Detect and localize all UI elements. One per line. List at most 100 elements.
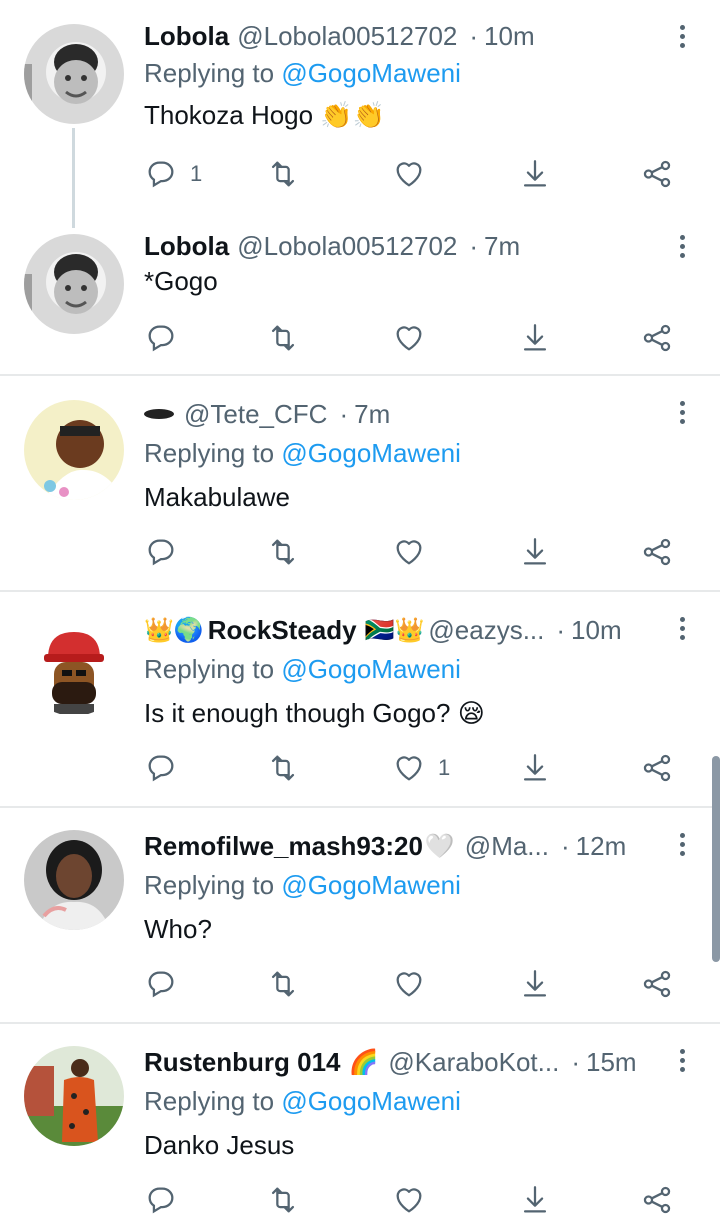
retweet-button[interactable]	[266, 1180, 300, 1220]
timestamp[interactable]: 10m	[484, 21, 535, 52]
reply-icon	[148, 755, 174, 782]
more-options-icon[interactable]	[670, 608, 694, 648]
timestamp[interactable]: 10m	[571, 615, 622, 646]
retweet-button[interactable]	[266, 532, 300, 572]
reply-icon	[148, 1187, 174, 1214]
avatar[interactable]	[24, 616, 124, 716]
share-down-button[interactable]	[518, 318, 552, 358]
tweet-text: Makabulawe	[144, 482, 290, 512]
share-network-button[interactable]	[640, 1180, 674, 1220]
like-button[interactable]	[392, 154, 438, 194]
reply-button[interactable]	[144, 964, 190, 1004]
like-icon	[396, 1188, 422, 1213]
separator-dot: ·	[571, 1046, 580, 1077]
timestamp[interactable]: 12m	[576, 831, 627, 862]
mention-link[interactable]: @GogoMaweni	[281, 654, 461, 684]
tweet-2[interactable]: @Tete_CFC · 7m Replying to @GogoMaweni M…	[0, 376, 720, 590]
share-network-button[interactable]	[640, 748, 674, 788]
reply-button[interactable]	[144, 532, 190, 572]
retweet-icon	[271, 1187, 295, 1213]
retweet-button[interactable]	[266, 748, 300, 788]
tweet-text: Thokoza Hogo 👏👏	[144, 100, 386, 130]
name-suffix-emoji: 🇿🇦👑	[364, 616, 425, 644]
share-down-button[interactable]	[518, 748, 552, 788]
like-button[interactable]	[392, 964, 438, 1004]
tweet-header: Lobola @Lobola00512702 · 10m	[144, 16, 656, 56]
reply-button[interactable]	[144, 1180, 190, 1220]
tweet-1[interactable]: Lobola @Lobola00512702 · 7m *Gogo	[0, 210, 720, 374]
tweet-3[interactable]: 👑🌍 RockSteady 🇿🇦👑 @eazys... · 10m Replyi…	[0, 592, 720, 806]
display-name[interactable]: Rustenburg 014	[144, 1047, 341, 1078]
more-options-icon[interactable]	[670, 392, 694, 432]
avatar[interactable]	[24, 234, 124, 334]
retweet-button[interactable]	[266, 154, 300, 194]
share-down-button[interactable]	[518, 154, 552, 194]
more-options-icon[interactable]	[670, 16, 694, 56]
reply-button[interactable]: 1	[144, 154, 202, 194]
mention-link[interactable]: @GogoMaweni	[281, 1086, 461, 1116]
separator-dot: ·	[560, 830, 570, 861]
tweet-text: *Gogo	[144, 266, 218, 296]
timestamp[interactable]: 7m	[484, 231, 520, 262]
share-down-icon	[523, 160, 547, 187]
replying-prefix: Replying to	[144, 870, 282, 900]
tweet-5[interactable]: Rustenburg 014 🌈 @KaraboKot... · 15m Rep…	[0, 1024, 720, 1232]
share-network-button[interactable]	[640, 318, 674, 358]
retweet-icon	[271, 325, 295, 351]
retweet-icon	[271, 539, 295, 565]
user-handle[interactable]: @eazys...	[428, 615, 544, 646]
like-icon	[396, 326, 422, 351]
like-button[interactable]: 1	[392, 748, 450, 788]
user-handle[interactable]: @Tete_CFC	[184, 399, 327, 430]
more-options-icon[interactable]	[670, 226, 694, 266]
share-network-button[interactable]	[640, 154, 674, 194]
avatar[interactable]	[24, 24, 124, 124]
mention-link[interactable]: @GogoMaweni	[281, 58, 461, 88]
mention-link[interactable]: @GogoMaweni	[281, 870, 461, 900]
mention-link[interactable]: @GogoMaweni	[281, 438, 461, 468]
avatar[interactable]	[24, 1046, 124, 1146]
share-down-button[interactable]	[518, 532, 552, 572]
more-options-icon[interactable]	[670, 1040, 694, 1080]
tweet-4[interactable]: Remofilwe_mash93:20 🤍 @Ma... · 12m Reply…	[0, 808, 720, 1022]
avatar[interactable]	[24, 830, 124, 930]
scrollbar[interactable]	[712, 756, 720, 962]
like-icon	[396, 162, 422, 187]
user-handle[interactable]: @Lobola00512702	[237, 21, 457, 52]
replying-to-line: Replying to @GogoMaweni	[144, 870, 461, 906]
reply-button[interactable]	[144, 748, 190, 788]
retweet-button[interactable]	[266, 318, 300, 358]
display-name[interactable]: Lobola	[144, 231, 229, 262]
display-name[interactable]: Remofilwe_mash93:20	[144, 831, 423, 862]
share-down-icon	[523, 970, 547, 997]
name-suffix-emoji: 🌈	[348, 1048, 379, 1076]
share-network-button[interactable]	[640, 532, 674, 572]
tweet-text: Danko Jesus	[144, 1130, 295, 1160]
separator-dot: ·	[339, 398, 349, 429]
share-down-button[interactable]	[518, 964, 552, 1004]
like-button[interactable]	[392, 532, 438, 572]
timestamp[interactable]: 7m	[354, 399, 390, 430]
share-down-button[interactable]	[518, 1180, 552, 1220]
replying-prefix: Replying to	[144, 654, 282, 684]
tweet-text: Who?	[144, 914, 212, 944]
tweet-0[interactable]: Lobola @Lobola00512702 · 10m Replying to…	[0, 0, 720, 210]
replying-to-line: Replying to @GogoMaweni	[144, 58, 461, 94]
action-bar	[144, 532, 684, 572]
user-handle[interactable]: @Lobola00512702	[237, 231, 457, 262]
like-button[interactable]	[392, 1180, 438, 1220]
display-name[interactable]: Lobola	[144, 21, 229, 52]
display-name[interactable]: RockSteady	[208, 615, 357, 646]
tweet-header: Rustenburg 014 🌈 @KaraboKot... · 15m	[144, 1042, 656, 1082]
like-icon	[396, 756, 422, 781]
tweet-header: Lobola @Lobola00512702 · 7m	[144, 226, 656, 266]
like-button[interactable]	[392, 318, 438, 358]
more-options-icon[interactable]	[670, 824, 694, 864]
retweet-button[interactable]	[266, 964, 300, 1004]
user-handle[interactable]: @Ma...	[465, 831, 549, 862]
avatar[interactable]	[24, 400, 124, 500]
reply-button[interactable]	[144, 318, 190, 358]
share-network-button[interactable]	[640, 964, 674, 1004]
timestamp[interactable]: 15m	[586, 1047, 637, 1078]
user-handle[interactable]: @KaraboKot...	[388, 1047, 559, 1078]
